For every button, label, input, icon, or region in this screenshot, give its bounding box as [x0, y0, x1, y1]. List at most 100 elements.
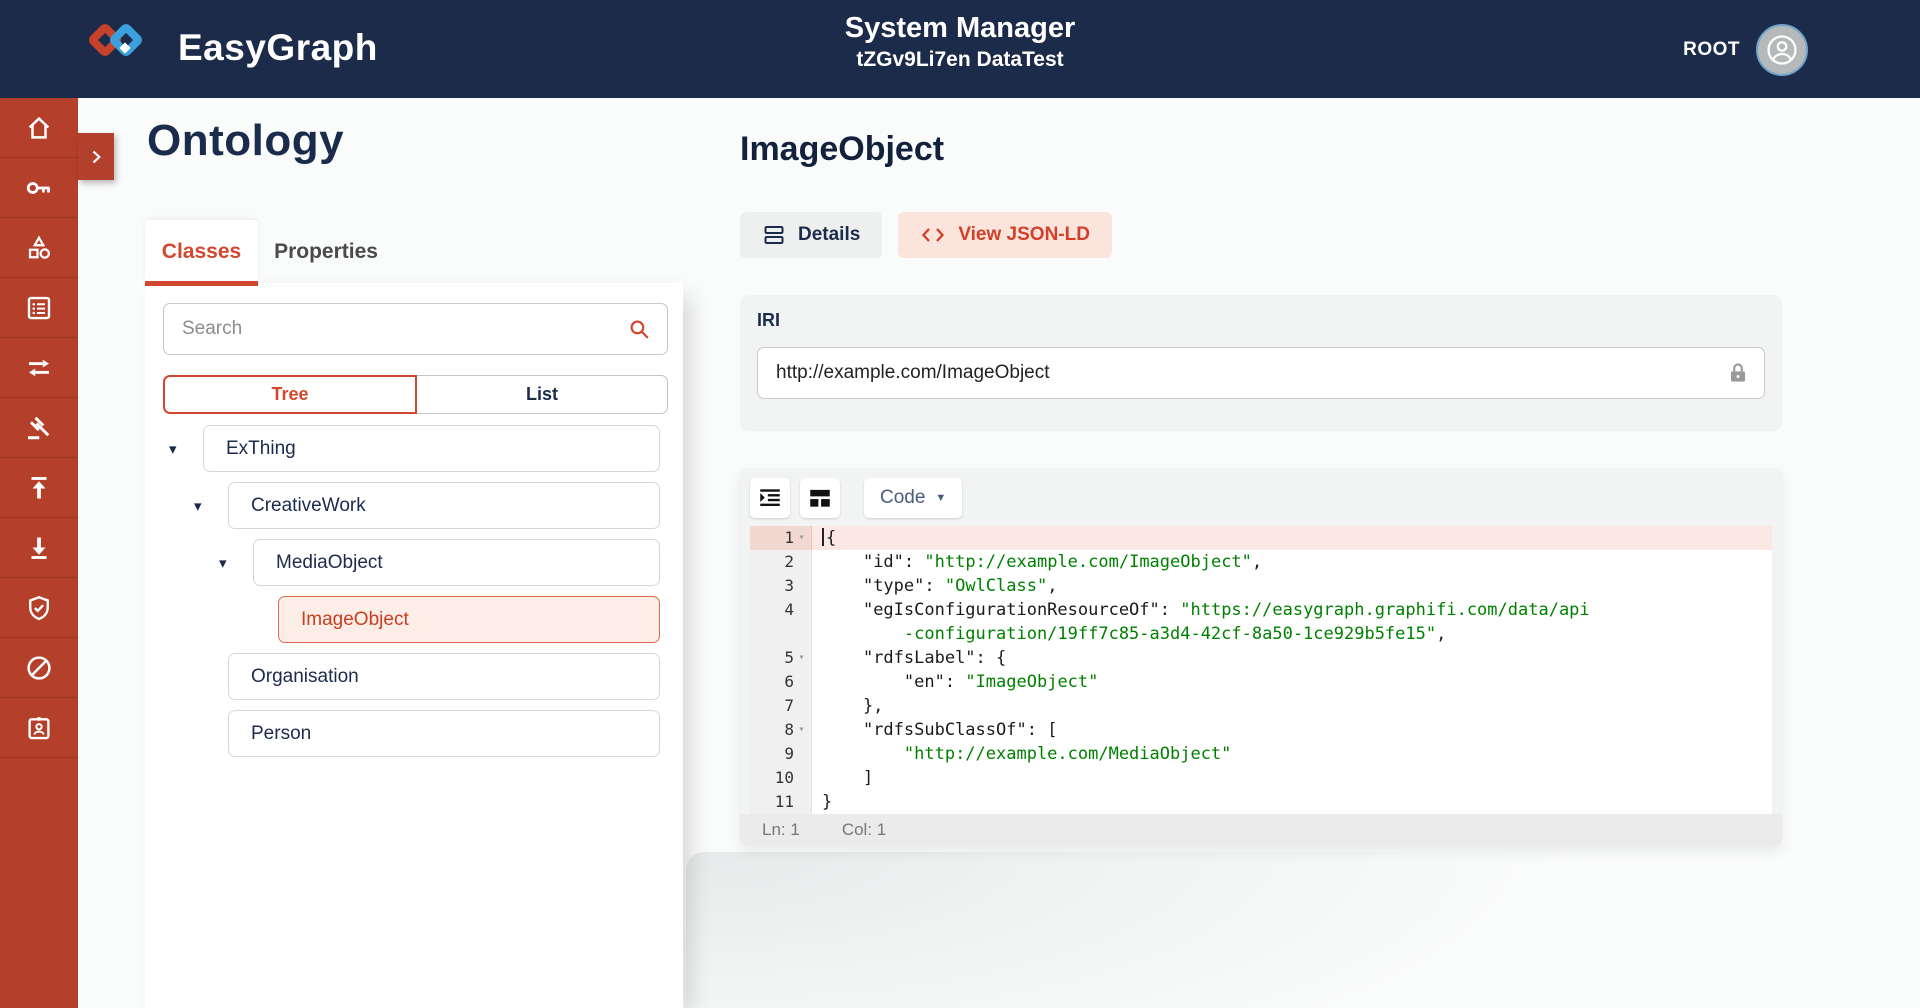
fold-caret-icon[interactable]: ▾ — [794, 526, 809, 550]
code-line[interactable]: 11} — [750, 790, 1772, 814]
sidebar-item-shield-check[interactable] — [0, 578, 78, 638]
user-area: ROOT — [1683, 24, 1808, 76]
app-header: EasyGraph System Manager tZGv9Li7en Data… — [0, 0, 1920, 98]
code-line[interactable]: 9 "http://example.com/MediaObject" — [750, 742, 1772, 766]
iri-label: IRI — [757, 310, 780, 331]
view-toggle: Tree List — [163, 375, 668, 414]
id-badge-icon — [24, 713, 54, 743]
code-text: { — [812, 526, 836, 550]
download-icon — [24, 533, 54, 563]
code-line[interactable]: 5▾ "rdfsLabel": { — [750, 646, 1772, 670]
tree-item-creativework[interactable]: CreativeWork — [228, 482, 660, 529]
class-tree: ▾ExThing▾CreativeWork▾MediaObjectImageOb… — [167, 425, 683, 767]
compact-layout-button[interactable] — [800, 478, 840, 518]
sidebar-item-download[interactable] — [0, 518, 78, 578]
code-line[interactable]: 3 "type": "OwlClass", — [750, 574, 1772, 598]
search-input[interactable] — [163, 303, 668, 355]
form-icon — [24, 293, 54, 323]
key-icon — [24, 173, 54, 203]
sidebar-item-gavel[interactable] — [0, 398, 78, 458]
tree-row: Organisation — [167, 653, 683, 700]
caret-down-icon[interactable]: ▾ — [192, 497, 228, 515]
tree-item-exthing[interactable]: ExThing — [203, 425, 660, 472]
code-line[interactable]: 7 }, — [750, 694, 1772, 718]
tree-item-person[interactable]: Person — [228, 710, 660, 757]
sidebar-item-swap-arrows[interactable] — [0, 338, 78, 398]
page-bottom-background — [686, 852, 1920, 1008]
code-line[interactable]: 10 ] — [750, 766, 1772, 790]
tree-row: ▾ExThing — [167, 425, 683, 472]
code-line[interactable]: 6 "en": "ImageObject" — [750, 670, 1772, 694]
fold-caret-icon[interactable]: ▾ — [794, 646, 809, 670]
sidebar-expand-button[interactable] — [78, 133, 114, 180]
brand[interactable]: EasyGraph — [92, 16, 378, 80]
sidebar-item-block[interactable] — [0, 638, 78, 698]
view-json-ld-button[interactable]: View JSON-LD — [898, 212, 1112, 258]
list-view-button[interactable]: List — [417, 375, 668, 414]
sidebar-item-key[interactable] — [0, 158, 78, 218]
tree-item-organisation[interactable]: Organisation — [228, 653, 660, 700]
sidebar-item-form[interactable] — [0, 278, 78, 338]
sidebar-item-id-badge[interactable] — [0, 698, 78, 758]
shapes-icon — [24, 233, 54, 263]
format-indent-icon — [757, 485, 783, 511]
fold-caret-icon[interactable]: ▾ — [794, 718, 809, 742]
class-title: ImageObject — [740, 130, 944, 169]
code-text: "en": "ImageObject" — [812, 670, 1098, 694]
code-text: "rdfsSubClassOf": [ — [812, 718, 1057, 742]
tree-item-imageobject[interactable]: ImageObject — [278, 596, 660, 643]
line-number: 10 — [750, 766, 812, 790]
details-button[interactable]: Details — [740, 212, 882, 258]
search-icon[interactable] — [627, 317, 652, 347]
tree-item-mediaobject[interactable]: MediaObject — [253, 539, 660, 586]
code-line[interactable]: 2 "id": "http://example.com/ImageObject"… — [750, 550, 1772, 574]
line-number: 8▾ — [750, 718, 812, 742]
tab-classes[interactable]: Classes — [145, 220, 258, 283]
line-number: 11 — [750, 790, 812, 814]
swap-arrows-icon — [24, 353, 54, 383]
app-subtitle: tZGv9Li7en DataTest — [560, 48, 1360, 72]
code-line[interactable]: 1▾{ — [750, 526, 1772, 550]
sidebar-item-upload[interactable] — [0, 458, 78, 518]
brand-name: EasyGraph — [178, 27, 378, 69]
line-number: 7 — [750, 694, 812, 718]
class-actions: Details View JSON-LD — [740, 212, 1112, 258]
iri-card: IRI — [740, 295, 1782, 431]
iri-input[interactable] — [757, 347, 1765, 399]
editor-mode-dropdown[interactable]: Code ▼ — [864, 478, 962, 518]
line-number — [750, 622, 812, 646]
tree-view-button[interactable]: Tree — [163, 375, 417, 414]
code-text: "id": "http://example.com/ImageObject", — [812, 550, 1262, 574]
code-text: }, — [812, 694, 883, 718]
editor-toolbar: Code ▼ — [750, 478, 1772, 518]
format-indent-button[interactable] — [750, 478, 790, 518]
shield-check-icon — [24, 593, 54, 623]
line-number: 2 — [750, 550, 812, 574]
code-text: -configuration/19ff7c85-a3d4-42cf-8a50-1… — [812, 622, 1446, 646]
upload-icon — [24, 473, 54, 503]
lock-icon — [1725, 360, 1751, 391]
header-titles: System Manager tZGv9Li7en DataTest — [560, 12, 1360, 72]
code-text: } — [812, 790, 832, 814]
code-line[interactable]: 8▾ "rdfsSubClassOf": [ — [750, 718, 1772, 742]
sidebar-item-home[interactable] — [0, 98, 78, 158]
caret-down-icon[interactable]: ▾ — [167, 440, 203, 458]
line-number: 1▾ — [750, 526, 812, 550]
line-number: 5▾ — [750, 646, 812, 670]
user-avatar[interactable] — [1756, 24, 1808, 76]
tab-properties[interactable]: Properties — [262, 220, 390, 283]
code-line[interactable]: -configuration/19ff7c85-a3d4-42cf-8a50-1… — [750, 622, 1772, 646]
sidebar-item-shapes[interactable] — [0, 218, 78, 278]
line-indicator: Ln: 1 — [762, 820, 800, 840]
line-number: 9 — [750, 742, 812, 766]
tree-row: ImageObject — [167, 596, 683, 643]
code-line[interactable]: 4 "egIsConfigurationResourceOf": "https:… — [750, 598, 1772, 622]
json-code-editor[interactable]: 1▾{2 "id": "http://example.com/ImageObje… — [750, 526, 1772, 814]
classes-panel: Tree List ▾ExThing▾CreativeWork▾MediaObj… — [145, 283, 683, 1008]
line-number: 6 — [750, 670, 812, 694]
caret-down-icon: ▼ — [935, 492, 946, 504]
caret-down-icon[interactable]: ▾ — [217, 554, 253, 572]
editor-mode-label: Code — [880, 487, 925, 509]
tree-row: ▾CreativeWork — [167, 482, 683, 529]
json-editor-card: Code ▼ 1▾{2 "id": "http://example.com/Im… — [740, 468, 1782, 846]
